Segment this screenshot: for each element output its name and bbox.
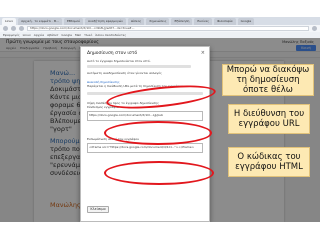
dialog-title: Δημοσίευση στον ιστό bbox=[87, 51, 138, 56]
bookmark-item[interactable]: Εφαρμογές bbox=[3, 33, 20, 37]
bookmark-item[interactable]: Αρχεία bbox=[34, 33, 44, 37]
back-icon[interactable] bbox=[3, 26, 8, 31]
callout-publish: Μπορώ να διακόψω τη δημοσίευση όποτε θέλ… bbox=[222, 64, 314, 96]
url-input[interactable]: https://docs.google.com/document/d/1Cl..… bbox=[27, 26, 309, 31]
divider bbox=[87, 65, 192, 68]
star-icon[interactable] bbox=[312, 26, 317, 31]
slide-bottom-margin bbox=[0, 222, 320, 240]
bookmark-item[interactable]: Άλλοι σελιδοδείκτες bbox=[95, 33, 126, 37]
browser-tab[interactable]: ΕΒδομού bbox=[63, 17, 84, 25]
reload-icon[interactable] bbox=[19, 26, 24, 31]
browser-tab[interactable]: Αναζήτηση εφαρμογών bbox=[85, 17, 126, 25]
screenshot: Linux Αρχική · το κομμάτι · Β... ΕΒδομού… bbox=[0, 17, 320, 222]
browser-tab[interactable]: Linux bbox=[2, 17, 17, 25]
highlight-ellipse-html bbox=[104, 161, 214, 185]
bookmark-item[interactable]: Mail bbox=[75, 33, 81, 37]
bookmark-item[interactable]: Google bbox=[61, 33, 72, 37]
highlight-ellipse-url bbox=[104, 121, 212, 145]
browser-tab[interactable]: Εξάσκηση bbox=[171, 17, 193, 25]
close-button[interactable]: Κλείσιμο bbox=[87, 206, 109, 213]
forward-icon[interactable] bbox=[11, 26, 16, 31]
browser-tab[interactable]: Φιλοσοφία bbox=[213, 17, 236, 25]
published-url-field[interactable]: https://docs.google.com/document/d/1Cl..… bbox=[87, 111, 203, 121]
address-bar: https://docs.google.com/document/d/1Cl..… bbox=[0, 25, 320, 32]
browser-tab[interactable]: Google bbox=[237, 17, 255, 25]
bookmark-item[interactable]: Αβάπυτ bbox=[47, 33, 58, 37]
browser-tab-bar: Linux Αρχική · το κομμάτι · Β... ΕΒδομού… bbox=[0, 17, 320, 25]
browser-tab[interactable]: Δίσκος bbox=[127, 17, 145, 25]
callout-url: Η διεύθυνση του εγγράφου URL bbox=[228, 104, 310, 134]
browser-tab[interactable]: Σημειώσεις bbox=[146, 17, 170, 25]
bookmark-item[interactable]: Linux bbox=[23, 33, 31, 37]
bookmark-item[interactable]: Υλικό bbox=[84, 33, 92, 37]
callout-html: Ο κώδικας του εγγράφου HTML bbox=[228, 147, 310, 177]
close-icon[interactable]: × bbox=[201, 50, 205, 56]
auto-republish-checkbox[interactable]: Αυτόματη αναδημοσίευση όταν γίνονται αλλ… bbox=[87, 71, 203, 75]
browser-tab[interactable]: Αρχική · το κομμάτι · Β... bbox=[18, 17, 62, 25]
browser-tab[interactable]: Εικόνες bbox=[194, 17, 212, 25]
publish-status-text: Αυτό το έγγραφο δημοσιεύεται στον ιστό. bbox=[87, 59, 151, 63]
